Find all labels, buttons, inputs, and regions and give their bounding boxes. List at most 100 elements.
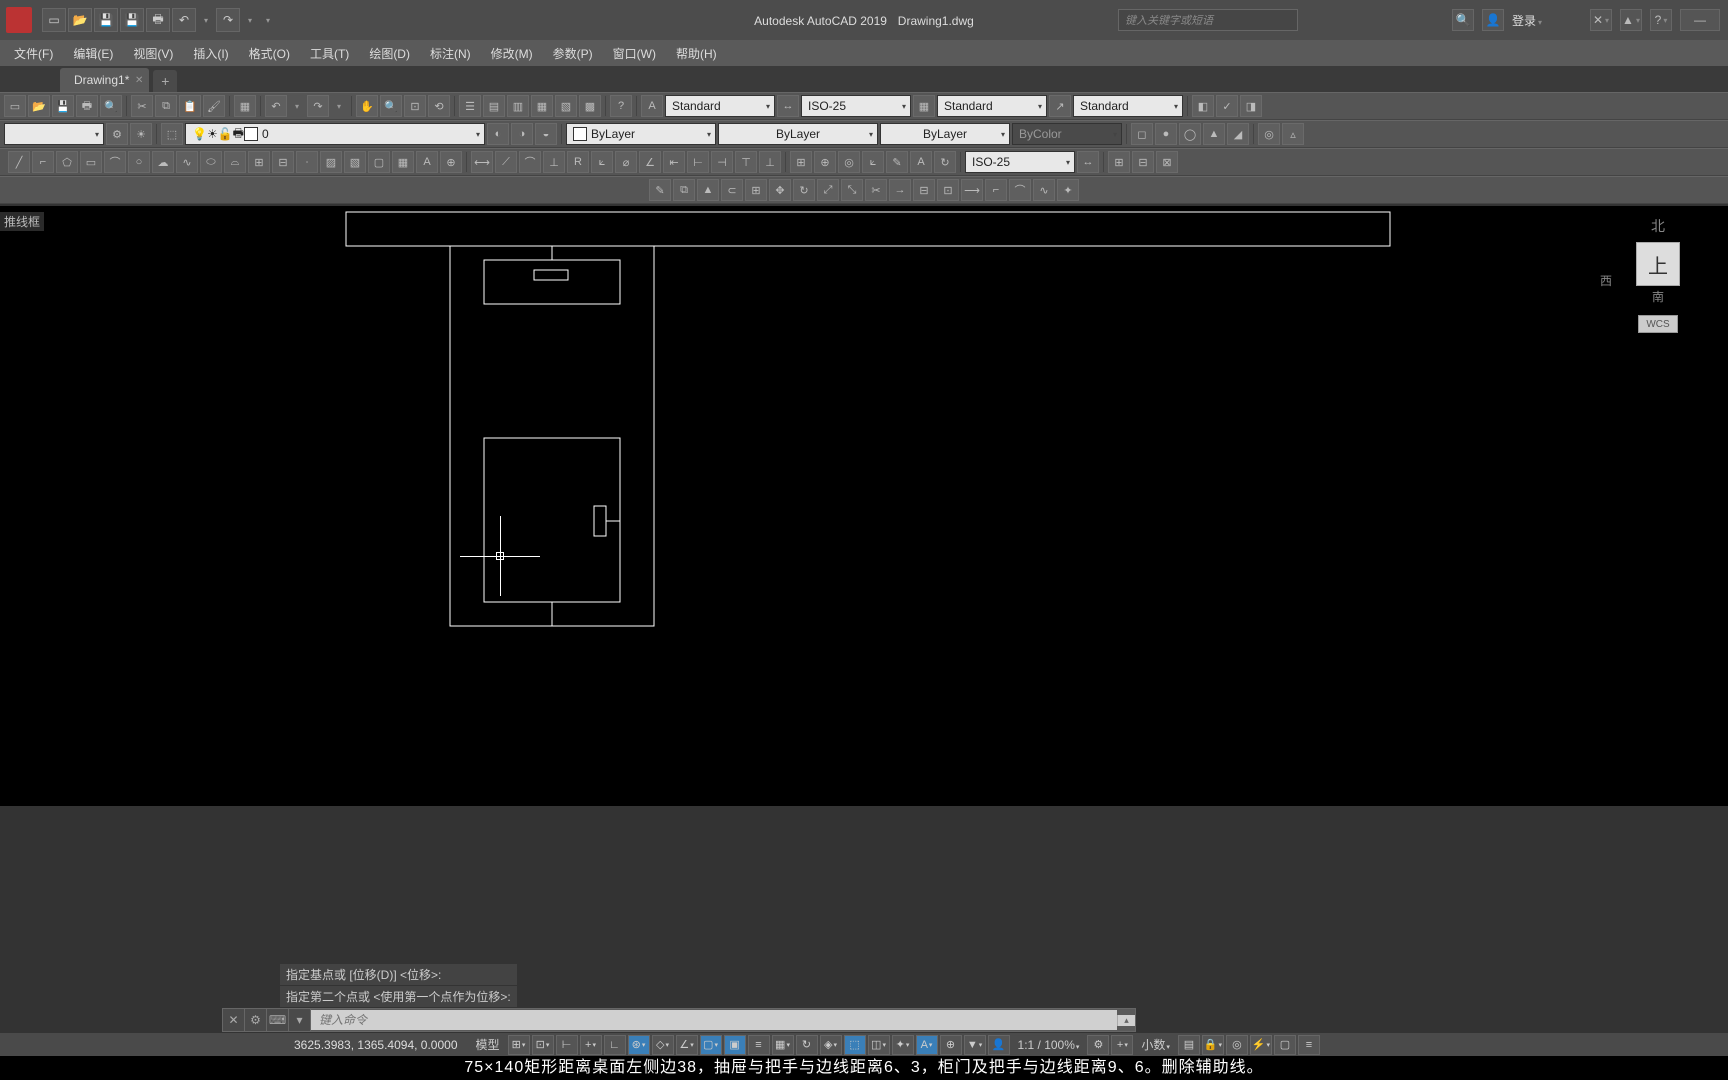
mleader-style-icon[interactable]: ↗ xyxy=(1049,95,1071,117)
block-editor-icon[interactable]: ▦ xyxy=(234,95,256,117)
zoom-window-icon[interactable]: ⊡ xyxy=(404,95,426,117)
menu-help[interactable]: 帮助(H) xyxy=(666,40,727,66)
cleanscreen-icon[interactable]: ▢ xyxy=(1274,1035,1296,1055)
workspace-settings-icon[interactable]: ⚙ xyxy=(106,123,128,145)
solid-wedge-icon[interactable]: ◢ xyxy=(1227,123,1249,145)
copy-obj-icon[interactable]: ⧉ xyxy=(673,179,695,201)
rectangle-icon[interactable]: ▭ xyxy=(80,151,102,173)
style-btn2-icon[interactable]: ✓ xyxy=(1216,95,1238,117)
lockui-icon[interactable]: 🔒 xyxy=(1202,1035,1224,1055)
ortho-icon[interactable]: ∟ xyxy=(604,1035,626,1055)
plot-icon[interactable]: 🖶 xyxy=(76,95,98,117)
dim-edit-icon[interactable]: ✎ xyxy=(886,151,908,173)
erase-icon[interactable]: ✎ xyxy=(649,179,671,201)
cmd-close-icon[interactable]: ✕ xyxy=(223,1009,245,1031)
viewcube-north[interactable]: 北 xyxy=(1608,216,1708,236)
dim-angular-icon[interactable]: ∠ xyxy=(639,151,661,173)
match-prop-icon[interactable]: 🖌 xyxy=(203,95,225,117)
menu-window[interactable]: 窗口(W) xyxy=(603,40,666,66)
dim-update-icon[interactable]: ↻ xyxy=(934,151,956,173)
redo-icon[interactable]: ↷ xyxy=(307,95,329,117)
jogged-lin-icon[interactable]: ⟀ xyxy=(862,151,884,173)
stretch-icon[interactable]: ⤡ xyxy=(841,179,863,201)
dim-radius-icon[interactable]: R xyxy=(567,151,589,173)
open-icon[interactable]: 📂 xyxy=(68,8,92,32)
model-button[interactable]: 模型 xyxy=(470,1036,506,1053)
search-input[interactable]: 键入关键字或短语 xyxy=(1118,9,1298,31)
menu-file[interactable]: 文件(F) xyxy=(4,40,63,66)
markup-icon[interactable]: ▧ xyxy=(555,95,577,117)
arc-icon[interactable]: ⌒ xyxy=(104,151,126,173)
command-input[interactable] xyxy=(311,1010,1117,1030)
inspect-icon[interactable]: ◎ xyxy=(838,151,860,173)
plot-icon[interactable]: 🖶 xyxy=(146,8,170,32)
cmd-config-icon[interactable]: ⚙ xyxy=(245,1009,267,1031)
explode-icon[interactable]: ✦ xyxy=(1057,179,1079,201)
login-button[interactable]: 登录 xyxy=(1512,12,1542,29)
saveas-icon[interactable]: 💾 xyxy=(120,8,144,32)
center-mark-icon[interactable]: ⊕ xyxy=(814,151,836,173)
minimize-button[interactable]: — xyxy=(1680,9,1720,31)
snap-icon[interactable]: ⊡ xyxy=(532,1035,554,1055)
dim-continue-icon[interactable]: ⊣ xyxy=(711,151,733,173)
undo-drop-icon[interactable]: ▾ xyxy=(198,8,214,32)
revcloud-icon[interactable]: ☁ xyxy=(152,151,174,173)
properties-icon[interactable]: ☰ xyxy=(459,95,481,117)
style-btn3-icon[interactable]: ◨ xyxy=(1240,95,1262,117)
dim-ordinate-icon[interactable]: ⊥ xyxy=(543,151,565,173)
menu-edit[interactable]: 编辑(E) xyxy=(63,40,123,66)
viewcube-west[interactable]: 西 xyxy=(1600,272,1612,289)
search-icon[interactable]: 🔍 xyxy=(1452,9,1474,31)
dim-break-icon[interactable]: ⊥ xyxy=(759,151,781,173)
hwacc-icon[interactable]: ⚡ xyxy=(1250,1035,1272,1055)
gradient-icon[interactable]: ▧ xyxy=(344,151,366,173)
drawing-canvas[interactable]: 推线框 北 西 上 南 WCS xyxy=(0,206,1728,806)
paste-icon[interactable]: 📋 xyxy=(179,95,201,117)
solid-cone-icon[interactable]: ▲ xyxy=(1203,123,1225,145)
exchange-icon[interactable]: ✕ xyxy=(1590,9,1612,31)
command-line[interactable]: ✕ ⚙ ⌨ ▾ ▴ xyxy=(222,1008,1136,1032)
cmd-recent-icon[interactable]: ▾ xyxy=(289,1009,311,1031)
polar-icon[interactable]: ⊛ xyxy=(628,1035,650,1055)
undo-icon[interactable]: ↶ xyxy=(265,95,287,117)
trim-icon[interactable]: ✂ xyxy=(865,179,887,201)
ellipse-icon[interactable]: ⬭ xyxy=(200,151,222,173)
design-center-icon[interactable]: ▤ xyxy=(483,95,505,117)
dim-diameter-icon[interactable]: ⌀ xyxy=(615,151,637,173)
units-readout[interactable]: 小数 xyxy=(1135,1036,1176,1053)
save-icon[interactable]: 💾 xyxy=(52,95,74,117)
menu-dimension[interactable]: 标注(N) xyxy=(420,40,481,66)
new-tab-button[interactable]: + xyxy=(153,70,177,92)
spline-icon[interactable]: ∿ xyxy=(176,151,198,173)
selfilter-icon[interactable]: ◫ xyxy=(868,1035,890,1055)
viewcube[interactable]: 北 西 上 南 WCS xyxy=(1608,216,1708,356)
app-icon[interactable] xyxy=(6,7,32,33)
3dosnap-icon[interactable]: ◈ xyxy=(820,1035,842,1055)
cycle-icon[interactable]: ↻ xyxy=(796,1035,818,1055)
transparency-icon[interactable]: ▦ xyxy=(772,1035,794,1055)
hatch-icon[interactable]: ▨ xyxy=(320,151,342,173)
extend-icon[interactable]: → xyxy=(889,179,911,201)
dim-jogged-icon[interactable]: ⟀ xyxy=(591,151,613,173)
customize-icon[interactable]: ≡ xyxy=(1298,1035,1320,1055)
ellipse-arc-icon[interactable]: ⌓ xyxy=(224,151,246,173)
tool-palettes-icon[interactable]: ▥ xyxy=(507,95,529,117)
annovis-icon[interactable]: ⊕ xyxy=(940,1035,962,1055)
qat-customize-icon[interactable]: ▾ xyxy=(260,8,276,32)
gizmo-icon[interactable]: ✦ xyxy=(892,1035,914,1055)
join-icon[interactable]: ⟶ xyxy=(961,179,983,201)
help-icon[interactable]: ? xyxy=(1650,9,1672,31)
dim-quick-icon[interactable]: ⇤ xyxy=(663,151,685,173)
dim-baseline-icon[interactable]: ⊢ xyxy=(687,151,709,173)
insert-block-icon[interactable]: ⊞ xyxy=(248,151,270,173)
fillet-icon[interactable]: ⌒ xyxy=(1009,179,1031,201)
menu-tools[interactable]: 工具(T) xyxy=(300,40,359,66)
quickcalc-icon[interactable]: ▩ xyxy=(579,95,601,117)
cmd-expand-icon[interactable]: ▴ xyxy=(1117,1015,1135,1026)
line-icon[interactable]: ╱ xyxy=(8,151,30,173)
style-btn1-icon[interactable]: ◧ xyxy=(1192,95,1214,117)
make-block-icon[interactable]: ⊟ xyxy=(272,151,294,173)
addselect-icon[interactable]: ⊕ xyxy=(440,151,462,173)
linetype-combo[interactable]: ByLayer xyxy=(718,123,878,145)
save-icon[interactable]: 💾 xyxy=(94,8,118,32)
